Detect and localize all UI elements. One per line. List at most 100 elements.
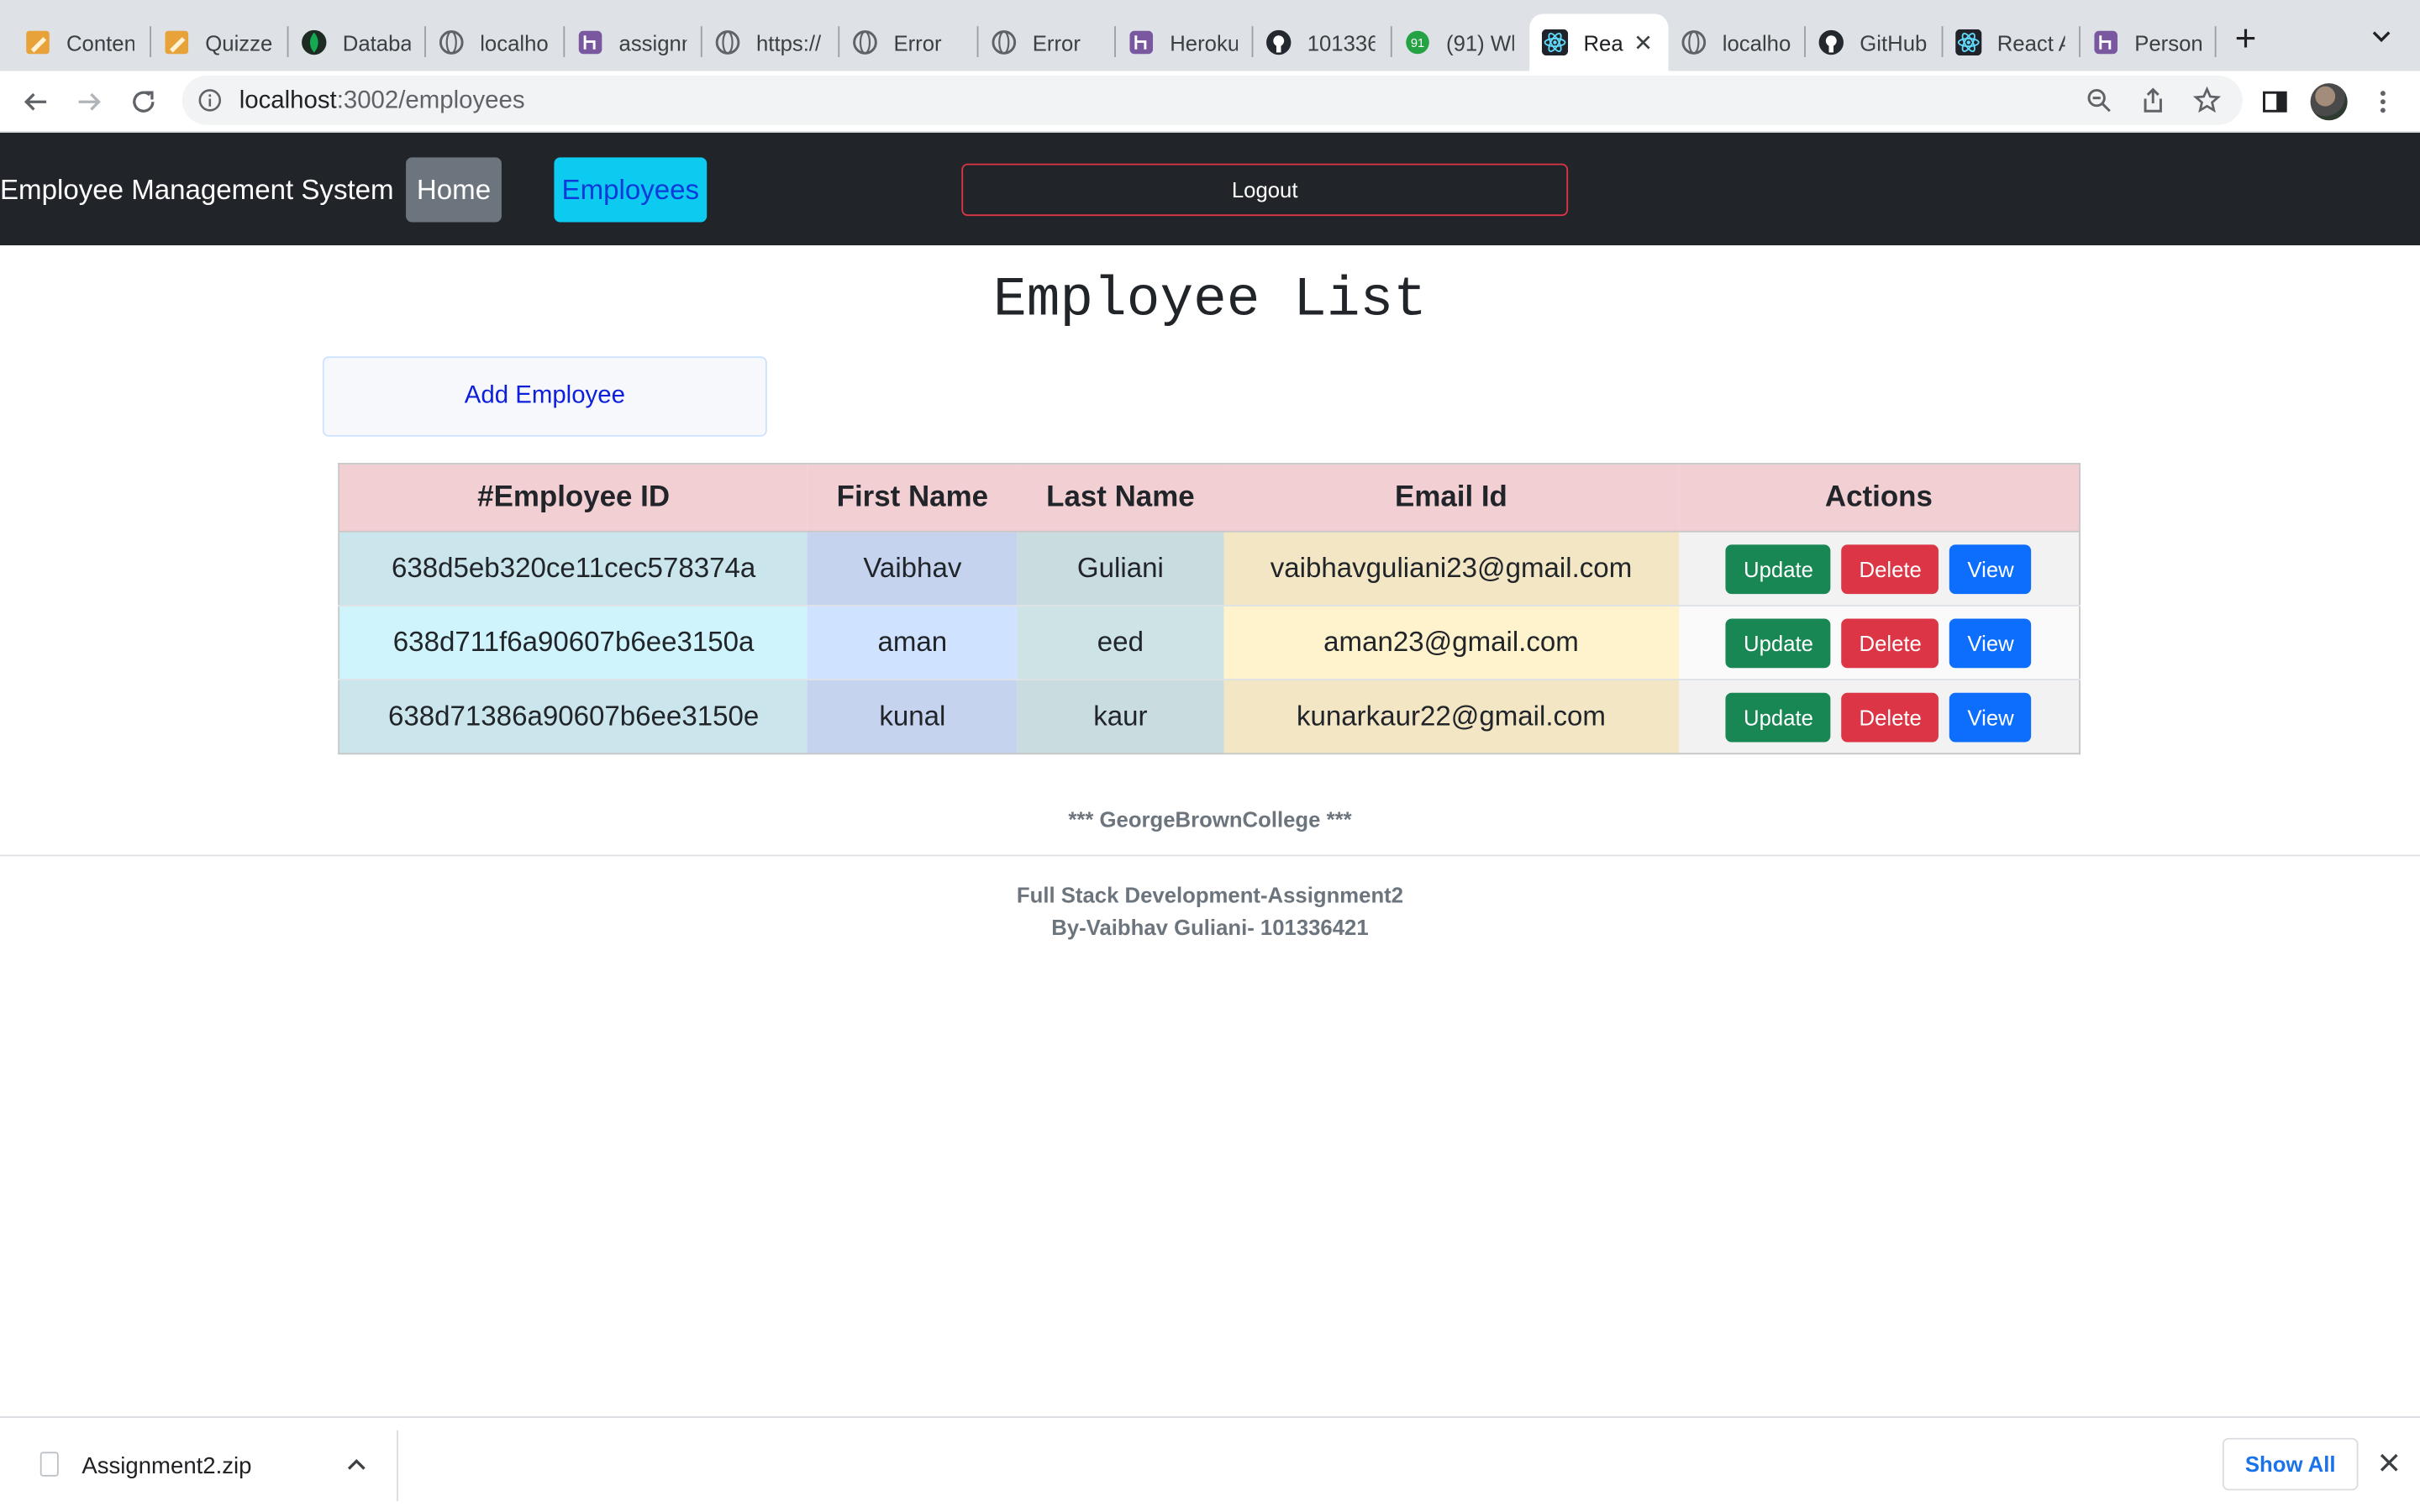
table-row: 638d711f6a90607b6ee3150a aman eed aman23…: [339, 604, 2080, 680]
delete-button[interactable]: Delete: [1841, 617, 1939, 668]
delete-button[interactable]: Delete: [1841, 691, 1939, 742]
notepad-icon: [24, 29, 50, 55]
new-tab-icon[interactable]: +: [2235, 18, 2257, 61]
close-icon[interactable]: [2378, 1452, 2400, 1473]
college-note: *** GeorgeBrownCollege ***: [1068, 806, 1352, 832]
tab-title: React A: [1996, 29, 2065, 55]
react-icon: [1541, 29, 1569, 56]
update-button[interactable]: Update: [1726, 691, 1831, 742]
reload-icon[interactable]: [128, 87, 159, 118]
column-header: Actions: [1678, 463, 2080, 533]
column-header: Email Id: [1223, 463, 1679, 533]
tab[interactable]: localho: [1669, 14, 1806, 71]
info-icon[interactable]: [197, 88, 222, 113]
delete-button[interactable]: Delete: [1841, 543, 1939, 594]
first-name-cell: Vaibhav: [808, 530, 1018, 606]
app-navbar: Employee Management System Home Employee…: [0, 132, 2420, 246]
tab[interactable]: assignn: [565, 14, 702, 71]
address-bar[interactable]: localhost:3002/employees: [182, 75, 2243, 125]
svg-text:91: 91: [1411, 37, 1424, 50]
actions-cell: Update Delete View: [1678, 679, 2080, 754]
actions-cell: Update Delete View: [1678, 604, 2080, 680]
tab[interactable]: React A: [1943, 14, 2081, 71]
tab[interactable]: Heroku: [1116, 14, 1254, 71]
add-employee-button[interactable]: Add Employee: [322, 356, 767, 437]
side-panel-icon[interactable]: [2260, 87, 2291, 118]
share-icon[interactable]: [2138, 85, 2169, 116]
tab[interactable]: Databa: [288, 14, 426, 71]
tab-title: localho: [1722, 29, 1791, 55]
tab-active[interactable]: Rea ✕: [1529, 13, 1669, 71]
view-button[interactable]: View: [1949, 617, 2032, 668]
email-cell: vaibhavguliani23@gmail.com: [1223, 530, 1679, 606]
view-button[interactable]: View: [1949, 691, 2032, 742]
divider: [0, 854, 2420, 857]
tab-title: Databa: [342, 29, 411, 55]
forward-icon[interactable]: [74, 87, 105, 118]
whatsapp-icon: 91: [1404, 29, 1430, 55]
tab-strip: Conten Quizze Databa localho assignn htt…: [0, 0, 2420, 71]
footer-author: By-Vaibhav Guliani- 101336421: [1051, 915, 1369, 940]
tab-title: Error: [893, 29, 942, 55]
brand-title[interactable]: Employee Management System: [0, 175, 394, 207]
back-icon[interactable]: [20, 87, 51, 118]
last-name-cell: Guliani: [1017, 530, 1224, 606]
nav-home-button[interactable]: Home: [406, 157, 502, 223]
view-button[interactable]: View: [1949, 543, 2032, 594]
github-icon: [1265, 29, 1292, 55]
last-name-cell: eed: [1017, 604, 1224, 680]
employee-id-cell: 638d5eb320ce11cec578374a: [339, 530, 808, 606]
tab[interactable]: Person: [2081, 14, 2217, 71]
tab[interactable]: Conten: [13, 14, 151, 71]
tab-title: Person: [2134, 29, 2203, 55]
first-name-cell: kunal: [808, 679, 1018, 754]
logout-button[interactable]: Logout: [961, 163, 1569, 217]
update-button[interactable]: Update: [1726, 543, 1831, 594]
file-icon: [39, 1452, 59, 1477]
download-filename[interactable]: Assignment2.zip: [82, 1453, 251, 1479]
heroku-icon: [577, 29, 603, 55]
tab[interactable]: 101336: [1253, 14, 1392, 71]
tab-title: (91) Wh: [1446, 29, 1514, 55]
tab[interactable]: GitHub: [1806, 14, 1944, 71]
globe-icon: [714, 29, 740, 55]
table-row: 638d5eb320ce11cec578374a Vaibhav Guliani…: [339, 530, 2080, 606]
tab[interactable]: Error: [839, 14, 979, 71]
download-bar: Assignment2.zip Show All: [0, 1416, 2420, 1512]
employee-id-cell: 638d71386a90607b6ee3150e: [339, 679, 808, 754]
tab-title: Heroku: [1170, 29, 1239, 55]
page-content: Employee Management System Home Employee…: [0, 132, 2420, 1417]
close-tab-icon[interactable]: ✕: [1634, 29, 1653, 56]
employee-table: #Employee ID First Name Last Name Email …: [338, 463, 2081, 755]
heroku-icon: [2093, 29, 2119, 55]
tab-title: Rea: [1583, 29, 1623, 55]
tab-title: Quizze: [205, 29, 273, 55]
column-header: First Name: [808, 463, 1018, 533]
show-all-button[interactable]: Show All: [2222, 1437, 2359, 1491]
first-name-cell: aman: [808, 604, 1018, 680]
chevron-down-icon[interactable]: [2370, 24, 2392, 46]
zoom-icon[interactable]: [2084, 85, 2115, 116]
tab-title: https://: [755, 29, 822, 55]
react-icon: [1955, 29, 1982, 56]
nav-employees-button[interactable]: Employees: [554, 157, 708, 223]
tab[interactable]: Error: [978, 14, 1116, 71]
notepad-icon: [164, 29, 190, 55]
update-button[interactable]: Update: [1726, 617, 1831, 668]
actions-cell: Update Delete View: [1678, 530, 2080, 606]
tab[interactable]: https://: [702, 14, 840, 71]
bookmark-star-icon[interactable]: [2191, 85, 2223, 116]
globe-icon: [439, 29, 465, 55]
globe-icon: [852, 29, 878, 55]
browser-window: Conten Quizze Databa localho assignn htt…: [0, 0, 2420, 1512]
tab-title: assignn: [618, 29, 687, 55]
tab[interactable]: localho: [426, 14, 566, 71]
browser-toolbar: localhost:3002/employees: [0, 71, 2420, 133]
tab[interactable]: 91 (91) Wh: [1392, 14, 1529, 71]
more-menu-icon[interactable]: [2368, 87, 2399, 118]
email-cell: kunarkaur22@gmail.com: [1223, 679, 1679, 754]
avatar[interactable]: [2310, 83, 2348, 121]
footer-assignment: Full Stack Development-Assignment2: [1016, 882, 1404, 907]
tab[interactable]: Quizze: [151, 14, 289, 71]
chevron-up-icon[interactable]: [345, 1455, 367, 1477]
